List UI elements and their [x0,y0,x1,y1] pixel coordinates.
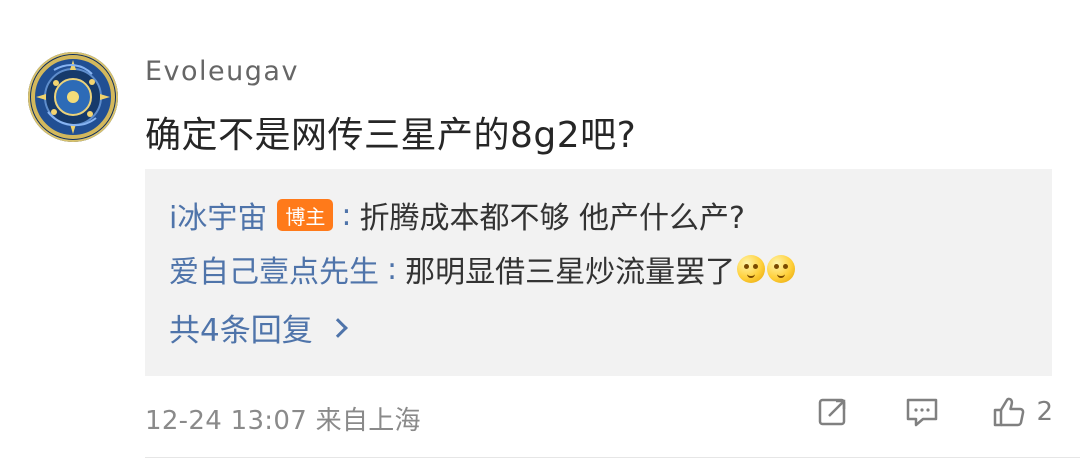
divider [145,457,1080,458]
reply-text-2: 那明显借三星炒流量罢了 [405,255,736,290]
comment-meta: 12-24 13:07 来自上海 [145,406,421,436]
author-badge: 博主 [277,199,334,231]
comment-username[interactable]: Evoleugav [145,56,299,87]
reply-author-1[interactable]: i冰宇宙 [169,193,267,237]
reply-item-2[interactable]: 爱自己壹点先生 : 那明显借三星炒流量罢了 [169,247,796,291]
comment-text: 确定不是网传三星产的8g2吧? [145,115,637,156]
share-button[interactable] [816,395,850,429]
more-replies-link[interactable]: 共4条回复 [169,305,348,350]
reply-separator-1: : [341,197,352,233]
like-button[interactable]: 2 [990,394,1053,430]
reply-item-1[interactable]: i冰宇宙 博主 : 折腾成本都不够 他产什么产? [169,193,745,237]
replies-panel: i冰宇宙 博主 : 折腾成本都不够 他产什么产? 爱自己壹点先生 : 那明显借三… [145,169,1052,376]
share-icon [819,398,846,426]
comment-actions: 2 [816,394,1053,430]
reply-text-1: 折腾成本都不够 他产什么产? [359,201,745,236]
chevron-right-icon [327,317,348,338]
more-replies-label: 共4条回复 [169,313,313,349]
thinking-emoji-icon [737,255,766,283]
top-icon-fragment [922,0,1052,6]
thumb-up-icon [994,397,1025,427]
reply-separator-2: : [387,251,398,287]
reply-author-2[interactable]: 爱自己壹点先生 [169,247,379,291]
comment-icon [907,398,938,427]
avatar-icon[interactable] [28,52,118,142]
comment-card: Evoleugav 确定不是网传三星产的8g2吧? i冰宇宙 博主 : 折腾成本… [0,0,1080,472]
like-count: 2 [1036,397,1053,427]
avatar-art [31,55,115,139]
thinking-emoji-icon [767,255,796,283]
comment-button[interactable] [904,395,940,429]
